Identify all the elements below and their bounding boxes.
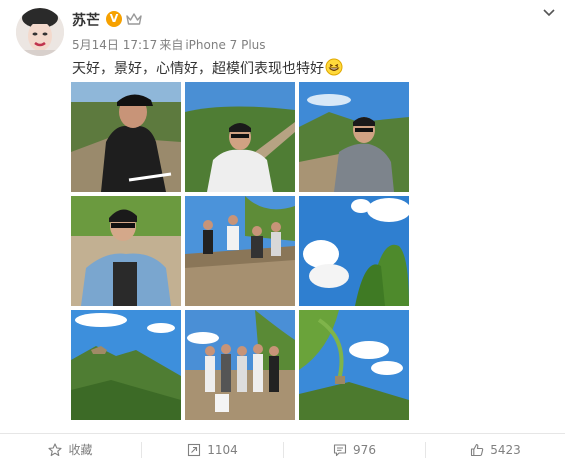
member-crown-icon[interactable] [126,12,142,26]
photo-group-posing[interactable] [185,310,295,420]
repost-icon [188,443,201,456]
favorite-button[interactable]: 收藏 [0,434,141,465]
post-date[interactable]: 5月14日 17:17 [72,38,157,52]
photo-man-denim-jacket[interactable] [71,196,181,306]
comment-count: 976 [353,442,376,457]
photo-leaves-watchtower[interactable] [299,310,409,420]
photo-woman-cap-great-wall[interactable] [71,82,181,192]
avatar[interactable] [16,8,64,56]
photo-mountains-blue-sky[interactable] [71,310,181,420]
thumbs-up-icon [471,443,484,456]
star-icon [48,442,63,456]
author-name[interactable]: 苏芒 [72,10,100,30]
weibo-post-card: 苏芒 V 5月14日 17:17 来自 iPhone 7 Plus 天好，景好，心情… [0,0,565,465]
chevron-down-icon[interactable] [543,8,555,18]
post-meta: 5月14日 17:17 来自 iPhone 7 Plus [72,36,266,53]
photo-grid [71,82,409,422]
favorite-label: 收藏 [68,443,93,457]
repost-button[interactable]: 1104 [142,434,283,465]
source-prefix: 来自 [159,38,184,52]
post-caption: 天好，景好，心情好，超模们表现也特好 [72,58,343,78]
repost-count: 1104 [207,442,238,457]
photo-group-jumping[interactable] [185,196,295,306]
verified-badge-icon: V [106,11,122,27]
caption-text: 天好，景好，心情好，超模们表现也特好 [72,61,324,77]
photo-man-white-hoodie[interactable] [185,82,295,192]
photo-man-grey-sweater[interactable] [299,82,409,192]
like-button[interactable]: 5423 [426,434,565,465]
grinning-emoji-icon [325,58,343,76]
comment-icon [333,443,347,456]
like-count: 5423 [490,442,521,457]
post-source[interactable]: iPhone 7 Plus [185,38,265,52]
comment-button[interactable]: 976 [284,434,425,465]
photo-sky-clouds[interactable] [299,196,409,306]
action-bar: 收藏 1104 976 5423 [0,433,565,465]
